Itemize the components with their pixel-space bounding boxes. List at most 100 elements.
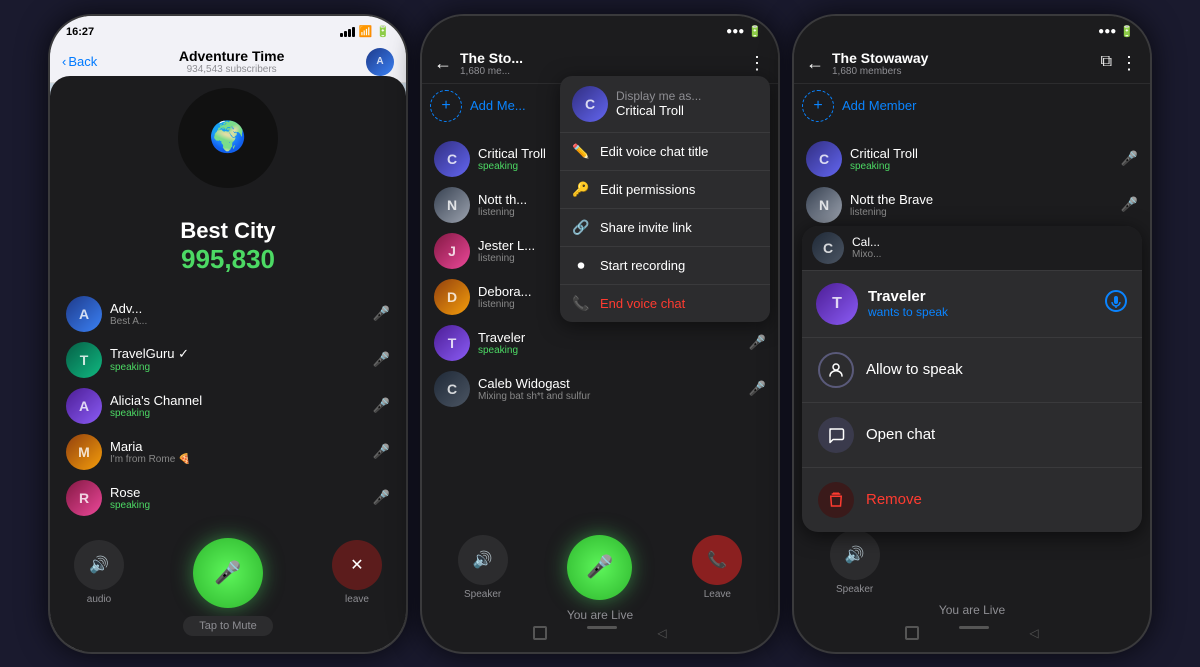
- mic-placeholder: [939, 530, 1004, 595]
- nav-home[interactable]: [587, 626, 617, 629]
- leave-button[interactable]: ✕: [332, 540, 382, 590]
- channel-info-3: The Stowaway 1,680 members: [832, 50, 928, 77]
- back-arrow-icon[interactable]: ←: [434, 53, 452, 74]
- participant-status: speaking: [478, 345, 741, 356]
- leave-button[interactable]: 📞: [692, 535, 742, 585]
- nav-home-3[interactable]: [959, 626, 989, 629]
- status-icons-2: ●●● 🔋: [726, 25, 762, 38]
- leave-label: Leave: [704, 589, 731, 600]
- mic-icon: 🎤: [373, 397, 390, 414]
- allow-speak-label: Allow to speak: [866, 361, 963, 378]
- open-chat-action[interactable]: Open chat: [802, 403, 1142, 468]
- allow-to-speak-action[interactable]: Allow to speak: [802, 338, 1142, 403]
- channel-title-1: Adventure Time: [97, 48, 366, 64]
- popup-avatar: T: [816, 283, 858, 325]
- you-live-label: You are Live: [567, 608, 633, 622]
- battery-icon: 🔋: [376, 25, 390, 38]
- context-menu: C Display me as... Critical Troll ✏️ Edi…: [560, 76, 770, 322]
- vc-avatar-icon: 🌍: [209, 120, 246, 155]
- channel-sub-1: 934,543 subscribers: [97, 64, 366, 75]
- phone2-btn-row: 🔊 Speaker 🎤 📞 Leave: [458, 535, 743, 600]
- audio-btn-group: 🔊 audio: [74, 540, 124, 605]
- chat-icon-btn: [818, 417, 854, 453]
- back-button[interactable]: ‹ Back: [62, 54, 97, 69]
- mic-button[interactable]: 🎤: [193, 538, 263, 608]
- avatar: T: [66, 342, 102, 378]
- menu-item-label: Edit voice chat title: [600, 144, 708, 159]
- participant-info: Rose speaking: [110, 485, 365, 511]
- avatar: J: [434, 233, 470, 269]
- nav-recent-icon-3[interactable]: ◁: [1029, 626, 1038, 640]
- mic-icon: 🎤: [1121, 196, 1138, 213]
- speaker-label-3: Speaker: [836, 584, 873, 595]
- participant-info: TravelGuru ✓ speaking: [110, 346, 365, 373]
- list-item: M Maria I'm from Rome 🍕 🎤: [62, 429, 394, 475]
- leave-label: leave: [345, 594, 369, 605]
- popup-user-info: Traveler wants to speak: [868, 288, 948, 319]
- mic-icon: 🎤: [373, 351, 390, 368]
- wifi-icon: 📶: [359, 25, 373, 38]
- participant-info: Critical Troll speaking: [850, 146, 1113, 172]
- avatar: A: [66, 296, 102, 332]
- popup-name: Traveler: [868, 288, 948, 305]
- participant-status: speaking: [110, 362, 365, 373]
- add-member-row-3[interactable]: + Add Member: [794, 84, 1150, 128]
- speaker-button-3[interactable]: 🔊: [830, 530, 880, 580]
- audio-label: audio: [87, 594, 111, 605]
- popup-bg-participant: C Cal... Mixo...: [802, 226, 1142, 271]
- add-icon-3: +: [802, 90, 834, 122]
- allow-speak-icon: [818, 352, 854, 388]
- mic-main-button[interactable]: 🎤: [567, 535, 632, 600]
- mic-icon: 🎤: [373, 305, 390, 322]
- remove-label: Remove: [866, 491, 922, 508]
- more-icon[interactable]: ⋮: [748, 53, 766, 74]
- menu-header: C Display me as... Critical Troll: [560, 76, 770, 133]
- participant-info: Nott the Brave listening: [850, 192, 1113, 218]
- popup-header: T Traveler wants to speak: [802, 271, 1142, 338]
- bar3: [348, 29, 351, 37]
- menu-item-edit-title[interactable]: ✏️ Edit voice chat title: [560, 133, 770, 171]
- audio-button[interactable]: 🔊: [74, 540, 124, 590]
- back-label: Back: [68, 54, 97, 69]
- battery-icon-3: 🔋: [1120, 25, 1134, 38]
- menu-item-record[interactable]: ⏺ Start recording: [560, 247, 770, 285]
- list-item: R Rose speaking 🎤: [62, 475, 394, 521]
- bar2: [344, 31, 347, 37]
- nav-back[interactable]: [533, 626, 547, 640]
- battery-icon-2: 🔋: [748, 25, 762, 38]
- phone-icon: 📞: [572, 295, 590, 312]
- participant-name: Nott the Brave: [850, 192, 1113, 207]
- phone-3: ●●● 🔋 ← The Stowaway 1,680 members ⧉ ⋮ +…: [792, 14, 1152, 654]
- video-icon[interactable]: ⧉: [1101, 53, 1112, 74]
- link-icon: 🔗: [572, 219, 590, 236]
- channel-name-2: The Sto...: [460, 50, 523, 66]
- menu-item-invite[interactable]: 🔗 Share invite link: [560, 209, 770, 247]
- avatar: C: [812, 232, 844, 264]
- display-as-value: Critical Troll: [616, 103, 701, 118]
- phone3-header: ← The Stowaway 1,680 members ⧉ ⋮: [794, 44, 1150, 84]
- vc-title: Best City: [62, 218, 394, 244]
- list-item: C Critical Troll speaking 🎤: [802, 136, 1142, 182]
- participant-name: Caleb Widogast: [478, 376, 741, 391]
- nav-back-3[interactable]: [905, 626, 919, 640]
- list-item: T Traveler speaking 🎤: [430, 320, 770, 366]
- record-icon: ⏺: [572, 257, 590, 274]
- add-member-label: Add Me...: [470, 98, 526, 113]
- status-icons-1: 📶 🔋: [340, 25, 390, 38]
- menu-item-permissions[interactable]: 🔑 Edit permissions: [560, 171, 770, 209]
- menu-item-end-chat[interactable]: 📞 End voice chat: [560, 285, 770, 322]
- participant-name: Critical Troll: [850, 146, 1113, 161]
- speaker-button[interactable]: 🔊: [458, 535, 508, 585]
- participant-status: speaking: [110, 408, 365, 419]
- remove-action[interactable]: Remove: [802, 468, 1142, 532]
- main-container: 16:27 📶 🔋 ‹ Back Adventure Time 934,5: [0, 0, 1200, 667]
- back-arrow-icon-3[interactable]: ←: [806, 53, 824, 74]
- participant-name: Maria: [110, 439, 365, 454]
- more-icon-3[interactable]: ⋮: [1120, 53, 1138, 74]
- display-as-label: Display me as...: [616, 89, 701, 103]
- menu-item-label: Edit permissions: [600, 182, 695, 197]
- tap-to-mute[interactable]: Tap to Mute: [183, 616, 272, 636]
- wifi-icon-2: ●●●: [726, 26, 744, 37]
- status-bar-3: ●●● 🔋: [794, 16, 1150, 44]
- nav-recent-icon[interactable]: ◁: [657, 626, 666, 640]
